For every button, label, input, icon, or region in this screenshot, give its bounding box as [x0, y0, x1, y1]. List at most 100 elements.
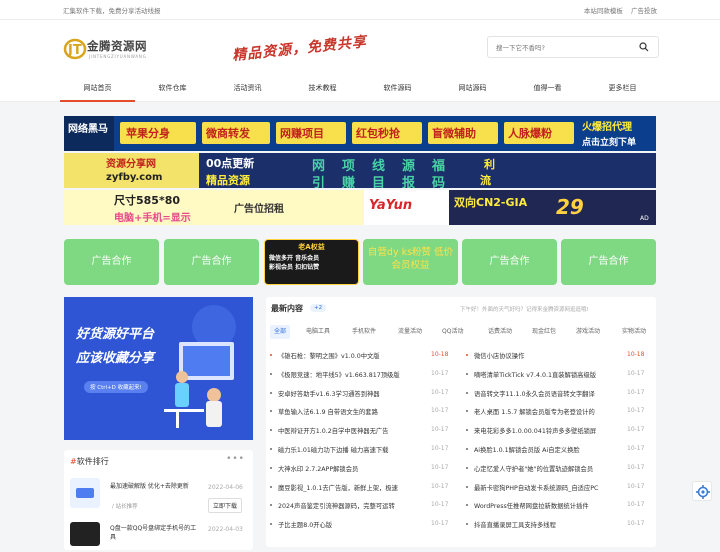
software-ranking-panel: #软件排行 ••• 最加速破解版 优化+去除更新 2022-04-06 / 站长…	[64, 450, 253, 550]
nav-home[interactable]: 网站首页	[60, 78, 135, 102]
gear-icon	[696, 485, 710, 499]
article-date: 10-17	[431, 520, 449, 528]
svg-text:JT: JT	[67, 43, 82, 58]
article-date: 10-17	[627, 445, 645, 452]
latest-content-panel: 最新内容 +2 下午好！外面的天气好吗？记得来金腾资源网逛逛哦! 全部 电脑工具…	[266, 297, 656, 547]
nav-software[interactable]: 软件仓库	[135, 78, 210, 102]
b2-slogan-2: 流	[480, 174, 491, 187]
nav-activities[interactable]: 活动资讯	[210, 78, 285, 102]
article-row[interactable]: 抖音直播录屏工具支持多线程 10-17	[466, 518, 651, 532]
b1-item-6: 人脉爆粉	[508, 127, 552, 140]
more-icon[interactable]: •••	[226, 454, 245, 464]
article-title[interactable]: 磁力乐1.01磁力功下边播 磁力高速下载	[278, 445, 423, 454]
article-row[interactable]: 老人桌面 1.5.7 解锁会员版专为老登设计的 10-17	[466, 405, 651, 419]
article-row[interactable]: 子比主题8.0开心版 10-17	[270, 518, 455, 532]
tab-physical[interactable]: 实物活动	[618, 325, 650, 339]
tab-traffic[interactable]: 流量活动	[394, 325, 426, 339]
article-title[interactable]: 语音转文字11.1.0永久会员语音转文字翻译	[474, 389, 619, 398]
tab-red-packet[interactable]: 现金红包	[528, 325, 560, 339]
article-row[interactable]: 2024声音鉴定引流神器源码，完整可运转 10-17	[270, 499, 455, 513]
article-title[interactable]: 最新卡密狗PHP自动发卡系统源码_自适应PC	[474, 483, 619, 492]
article-row[interactable]: 微信小店协议操作 10-18	[466, 349, 651, 363]
article-row[interactable]: 最新卡密狗PHP自动发卡系统源码_自适应PC 10-17	[466, 481, 651, 495]
article-row[interactable]: 心定忆爱人守护者"她"的位置轨迹解锁会员 10-17	[466, 462, 651, 476]
download-button[interactable]: 立即下载	[208, 498, 243, 513]
article-title[interactable]: 心定忆爱人守护者"她"的位置轨迹解锁会员	[474, 464, 619, 473]
ad-tile-5[interactable]: 广告合作	[462, 239, 557, 285]
article-title[interactable]: 中医辩证开方1.0.2自学中医神器无广告	[278, 426, 423, 435]
nav-site-source[interactable]: 网站源码	[435, 78, 510, 102]
nav-software-source[interactable]: 软件源码	[360, 78, 435, 102]
bullet-icon	[270, 504, 272, 507]
article-title[interactable]: 《极限竞速：地平线5》v1.663.817顶级版	[278, 370, 423, 379]
article-date: 10-17	[431, 463, 449, 471]
article-title[interactable]: 嘀嗒清单TickTick v7.4.0.1直装解锁高级版	[474, 370, 619, 379]
ad-tile-4[interactable]: 自营dy ks粉赞 低价会员权益	[363, 239, 458, 285]
article-title[interactable]: 老人桌面 1.5.7 解锁会员版专为老登设计的	[474, 407, 619, 416]
article-row[interactable]: 磁力乐1.01磁力功下边播 磁力高速下载 10-17	[270, 443, 455, 457]
article-row[interactable]: 语音转文字11.1.0永久会员语音转文字翻译 10-17	[466, 387, 651, 401]
article-title[interactable]: 魔豆影视_1.0.1去广告版，新鲜上架，极速	[278, 483, 423, 492]
bullet-icon	[466, 448, 468, 450]
settings-button[interactable]	[692, 481, 712, 501]
article-title[interactable]: 草鱼输入法6.1.9 自带语文生的套路	[278, 407, 423, 416]
article-title[interactable]: 来电花彩多多1.0.00.041铃声多多壁纸锁屏	[474, 426, 619, 435]
article-row[interactable]: WordPress任推帮网盘拉新数据统计插件 10-17	[466, 499, 651, 513]
b2-domain: zyfby.com	[106, 172, 163, 183]
article-title[interactable]: 微信小店协议操作	[474, 351, 619, 360]
ad-tile-6[interactable]: 广告合作	[561, 239, 656, 285]
article-row[interactable]: Ai换脸1.0.1解锁会员版 Ai自定义换脸 10-17	[466, 443, 651, 457]
nav-tutorials[interactable]: 技术教程	[285, 78, 360, 102]
article-row[interactable]: 中医辩证开方1.0.2自学中医神器无广告 10-17	[270, 424, 455, 438]
search-input[interactable]	[496, 40, 636, 55]
tab-games[interactable]: 游戏活动	[572, 325, 604, 339]
b1-cta-title: 火爆招代理	[582, 122, 632, 133]
logo-text: 金腾资源网	[87, 39, 147, 53]
article-title[interactable]: WordPress任推帮网盘拉新数据统计插件	[474, 501, 619, 510]
article-title[interactable]: 子比主题8.0开心版	[278, 520, 423, 529]
article-row[interactable]: 草鱼输入法6.1.9 自带语文生的套路 10-17	[270, 405, 455, 419]
article-title[interactable]: Ai换脸1.0.1解锁会员版 Ai自定义换脸	[474, 445, 619, 454]
article-title[interactable]: 《雄石枪：黎明之围》v1.0.0中文版	[278, 351, 423, 360]
tab-mobile[interactable]: 手机软件	[348, 325, 380, 339]
top-link-ads[interactable]: 广告投放	[631, 7, 657, 15]
ad-banner-3[interactable]: 尺寸585*80 电脑+手机=显示 广告位招租 YaYun 双向CN2-GIA …	[64, 190, 656, 225]
article-row[interactable]: 嘀嗒清单TickTick v7.4.0.1直装解锁高级版 10-17	[466, 368, 651, 382]
article-title[interactable]: 大神水印 2.7.2APP解锁会员	[278, 464, 423, 473]
promo-line-2: 应该收藏分享	[76, 351, 155, 366]
site-logo[interactable]: JT 金腾资源网 JINTENGZIYUANWANG	[63, 37, 163, 61]
article-date: 10-17	[431, 445, 449, 452]
article-title[interactable]: 安卓好答助手v1.6.3学习通答到神器	[278, 389, 423, 398]
list-item[interactable]: 最加速破解版 优化+去除更新 2022-04-06 / 站长推荐 立即下载	[70, 476, 246, 514]
promo-card[interactable]: 好货源好平台 应该收藏分享 按 Ctrl+D 收藏起来!	[64, 297, 253, 440]
article-row[interactable]: 《雄石枪：黎明之围》v1.0.0中文版 10-18	[270, 349, 455, 363]
article-title[interactable]: 2024声音鉴定引流神器源码，完整可运转	[278, 501, 423, 510]
article-row[interactable]: 魔豆影视_1.0.1去广告版，新鲜上架，极速 10-17	[270, 481, 455, 495]
nav-more[interactable]: 更多栏目	[585, 78, 660, 102]
ad-banner-2[interactable]: 资源分享网 zyfby.com 00点更新 精品资源 网 项 线 源 福 引 赚…	[64, 153, 656, 188]
list-item[interactable]: Q盘一款QQ号盘绑定手机号的工具 2022-04-03	[70, 522, 246, 552]
top-link-template[interactable]: 本站同款模板	[584, 7, 623, 15]
article-title[interactable]: 抖音直播录屏工具支持多线程	[474, 520, 619, 529]
ad-tile-1[interactable]: 广告合作	[64, 239, 159, 285]
tab-phone-fee[interactable]: 话费活动	[484, 325, 516, 339]
bullet-icon	[270, 391, 272, 394]
b3-price: 29	[556, 195, 584, 219]
article-row[interactable]: 大神水印 2.7.2APP解锁会员 10-17	[270, 462, 455, 476]
b2-quality: 精品资源	[206, 174, 250, 187]
ad-tile-3[interactable]: 老A权益 微信多开 音乐会员 影视会员 扣扣钻赞	[264, 239, 359, 285]
article-date: 10-18	[431, 351, 449, 358]
search-icon[interactable]	[639, 42, 649, 52]
tab-qq[interactable]: QQ活动	[438, 325, 467, 339]
tab-pc-tools[interactable]: 电脑工具	[302, 325, 334, 339]
ad-banner-1[interactable]: 网络黑马 苹果分身 微商转发 网赚项目 红包秒抢 盲微辅助 人脉爆粉 火爆招代理…	[64, 116, 656, 151]
logo-subtext: JINTENGZIYUANWANG	[89, 54, 147, 59]
tab-all[interactable]: 全部	[270, 325, 291, 339]
ad-tile-2[interactable]: 广告合作	[164, 239, 259, 285]
article-row[interactable]: 来电花彩多多1.0.00.041铃声多多壁纸锁屏 10-17	[466, 424, 651, 438]
b2-slogan-1: 利	[484, 158, 495, 171]
article-row[interactable]: 安卓好答助手v1.6.3学习通答到神器 10-17	[270, 387, 455, 401]
b3-yayun: YaYun	[369, 198, 413, 213]
nav-worth-seeing[interactable]: 值得一看	[510, 78, 585, 102]
article-row[interactable]: 《极限竞速：地平线5》v1.663.817顶级版 10-17	[270, 368, 455, 382]
